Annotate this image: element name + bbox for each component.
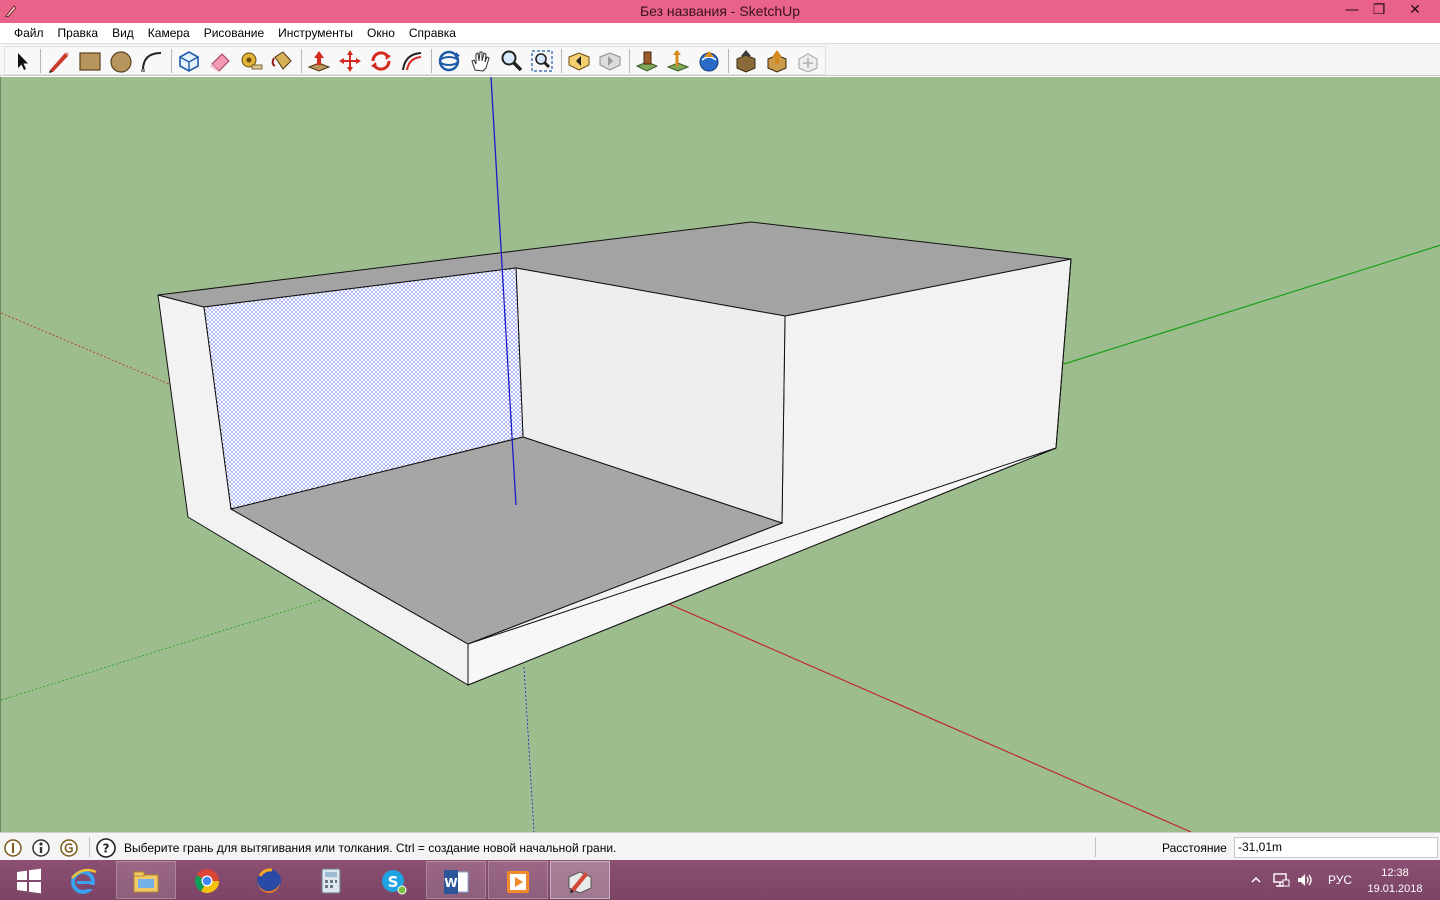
menu-window[interactable]: Окно: [360, 23, 402, 43]
firefox-icon: [257, 868, 281, 894]
skype-icon: S: [382, 870, 407, 895]
circle-tool-icon[interactable]: [108, 48, 134, 74]
toolbar-separator: [561, 49, 562, 73]
get-models-icon[interactable]: [696, 48, 722, 74]
file-explorer-icon: [133, 871, 159, 893]
network-icon[interactable]: [1272, 871, 1290, 889]
credits-icon[interactable]: [32, 839, 50, 857]
measurement-input[interactable]: -31,01m: [1234, 837, 1438, 858]
system-clock[interactable]: 12:38 19.01.2018: [1362, 865, 1428, 900]
make-component-icon[interactable]: [176, 48, 202, 74]
status-separator: [89, 837, 90, 857]
toolbar-separator: [171, 49, 172, 73]
taskbar-file-explorer[interactable]: [116, 861, 176, 899]
green-axis: [1063, 244, 1440, 365]
push-pull-tool-icon[interactable]: [306, 48, 332, 74]
toolbar-separator: [301, 49, 302, 73]
taskbar-internet-explorer[interactable]: [54, 861, 114, 899]
maximize-button[interactable]: ❐: [1364, 0, 1394, 22]
svg-text:?: ?: [103, 842, 110, 856]
toolbar-separator: [728, 49, 729, 73]
media-player-icon: [507, 871, 529, 893]
taskbar-sketchup[interactable]: [550, 861, 610, 899]
pan-tool-icon[interactable]: [467, 48, 493, 74]
toolbar-separator: [431, 49, 432, 73]
main-toolbar: [0, 43, 1440, 76]
pencil-line-tool-icon[interactable]: [46, 48, 72, 74]
zoom-tool-icon[interactable]: [498, 48, 524, 74]
taskbar-skype[interactable]: S: [364, 861, 424, 899]
next-view-icon[interactable]: [597, 48, 623, 74]
red-axis: [668, 603, 1192, 832]
taskbar-word[interactable]: W: [426, 861, 486, 899]
follow-me-tool-icon[interactable]: [399, 48, 425, 74]
chrome-icon: [194, 869, 219, 894]
windows-taskbar: S W РУС 12:38 19.01.2018: [0, 860, 1440, 900]
geo-location-icon[interactable]: [4, 839, 22, 857]
menu-help[interactable]: Справка: [402, 23, 463, 43]
calculator-icon: [321, 868, 341, 894]
rotate-tool-icon[interactable]: [368, 48, 394, 74]
taskbar-firefox[interactable]: [240, 861, 300, 899]
tape-measure-tool-icon[interactable]: [238, 48, 264, 74]
input-language-indicator[interactable]: РУС: [1328, 873, 1352, 900]
arc-tool-icon[interactable]: [139, 48, 165, 74]
rectangle-tool-icon[interactable]: [77, 48, 103, 74]
menu-camera[interactable]: Камера: [141, 23, 197, 43]
move-tool-icon[interactable]: [337, 48, 363, 74]
eraser-tool-icon[interactable]: [207, 48, 233, 74]
green-axis-hidden: [1, 596, 332, 701]
toggle-terrain-icon[interactable]: [665, 48, 691, 74]
status-hint-text: Выберите грань для вытягивания или толка…: [124, 841, 617, 855]
menu-file[interactable]: Файл: [7, 23, 51, 43]
user-account-icon[interactable]: [60, 839, 78, 857]
title-bar: Без названия - SketchUp — ❐ ✕: [0, 0, 1440, 23]
select-tool-icon[interactable]: [8, 48, 34, 74]
volume-icon[interactable]: [1296, 871, 1314, 889]
menu-draw[interactable]: Рисование: [197, 23, 271, 43]
close-button[interactable]: ✕: [1400, 0, 1430, 22]
clock-date: 19.01.2018: [1367, 883, 1423, 895]
add-location-icon[interactable]: [634, 48, 660, 74]
windows-start-icon: [17, 868, 41, 894]
sketchup-icon: [568, 871, 592, 894]
orbit-tool-icon[interactable]: [436, 48, 462, 74]
taskbar-chrome[interactable]: [178, 861, 238, 899]
menu-tools[interactable]: Инструменты: [271, 23, 360, 43]
taskbar-calculator[interactable]: [302, 861, 362, 899]
clock-time: 12:38: [1381, 867, 1409, 879]
previous-view-icon[interactable]: [566, 48, 592, 74]
upload-component-icon[interactable]: [764, 48, 790, 74]
svg-text:S: S: [388, 873, 399, 891]
menu-edit[interactable]: Правка: [51, 23, 106, 43]
menu-view[interactable]: Вид: [105, 23, 141, 43]
viewport-canvas[interactable]: [1, 77, 1440, 832]
toolbar-separator: [629, 49, 630, 73]
paint-bucket-tool-icon[interactable]: [269, 48, 295, 74]
internet-explorer-icon: [71, 868, 97, 894]
extension-warehouse-icon[interactable]: [795, 48, 821, 74]
status-separator: [1095, 837, 1096, 857]
svg-text:W: W: [444, 876, 457, 890]
measurement-label: Расстояние: [1162, 841, 1227, 855]
menu-bar: Файл Правка Вид Камера Рисование Инструм…: [0, 23, 1440, 43]
windows-start-button[interactable]: [0, 861, 60, 899]
model-viewport[interactable]: [0, 77, 1440, 832]
share-model-icon[interactable]: [733, 48, 759, 74]
help-icon[interactable]: ?: [96, 838, 116, 858]
status-bar: ? Выберите грань для вытягивания или тол…: [0, 832, 1440, 860]
zoom-extents-icon[interactable]: [529, 48, 555, 74]
blue-axis-hidden: [523, 666, 535, 832]
show-hidden-icons-icon[interactable]: [1250, 874, 1262, 886]
taskbar-media-player[interactable]: [488, 861, 548, 899]
toolbar-separator: [40, 49, 41, 73]
window-title: Без названия - SketchUp: [639, 3, 801, 19]
red-axis-hidden: [1, 312, 170, 385]
word-icon: W: [444, 870, 469, 894]
minimize-button[interactable]: —: [1337, 0, 1367, 22]
